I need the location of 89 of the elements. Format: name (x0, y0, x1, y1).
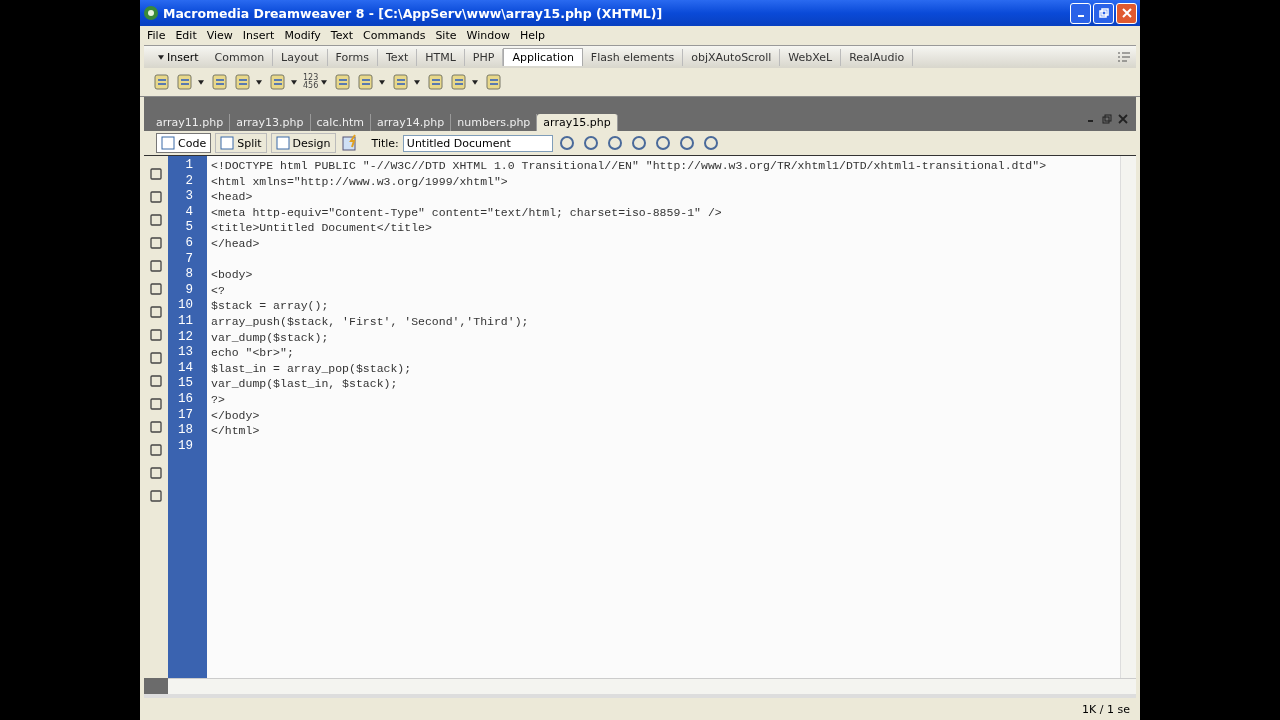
view-button[interactable]: Code (156, 133, 212, 153)
line-number: 19 (177, 438, 194, 455)
code-line: <title>Untitled Document</title> (211, 221, 432, 235)
code-line: <!DOCTYPE html PUBLIC "-//W3C//DTD XHTML 1.0 Transitional//EN" "http://www.w3.org/TR/xhtml1/DTD/xhtml1-transitional.dtd"> (211, 159, 1047, 172)
line-number: 16 (177, 391, 194, 408)
line-number: 18 (177, 423, 194, 439)
menu-item[interactable]: Help (514, 29, 550, 42)
view-mode-icon (275, 136, 290, 150)
app-logo-icon (143, 5, 159, 21)
dropdown-arrow-icon[interactable] (256, 79, 262, 85)
line-number: 6 (184, 235, 194, 252)
line-number: 14 (177, 360, 194, 377)
dropdown-arrow-icon[interactable] (198, 79, 204, 85)
title-label: Title: (371, 136, 399, 150)
insert-tab[interactable]: Common (206, 48, 274, 66)
line-number: 17 (177, 407, 194, 424)
insert-tab[interactable]: RealAudio (841, 48, 914, 66)
close-button[interactable] (1116, 2, 1137, 24)
line-number: 4 (184, 204, 194, 221)
dropdown-arrow-icon[interactable] (379, 79, 386, 85)
code-line: $stack = array(); (211, 299, 329, 313)
view-mode-icon (161, 136, 175, 150)
code-line: <head> (211, 190, 253, 204)
line-number: 5 (184, 220, 194, 236)
menu-item[interactable]: File (142, 29, 171, 42)
menu-item[interactable]: Modify (279, 29, 326, 42)
code-line: ?> (211, 392, 225, 406)
close-icon (1121, 8, 1132, 18)
insert-tab[interactable]: Flash elements (582, 48, 684, 66)
line-numbers-icon[interactable]: 123 456 (303, 74, 319, 90)
insert-tab[interactable]: HTML (417, 48, 465, 66)
code-line: echo "<br>"; (211, 346, 294, 360)
line-number: 10 (177, 298, 194, 314)
document-size: 1K / 1 se (1082, 702, 1130, 716)
code-line: array_push($stack, 'First', 'Second','Third'); (211, 314, 529, 328)
line-number: 9 (184, 282, 194, 299)
view-mode-icon (220, 136, 235, 150)
minimize-button[interactable] (1070, 2, 1091, 24)
document-tab[interactable]: array15.php (537, 114, 618, 131)
dropdown-arrow-icon[interactable] (414, 79, 421, 85)
dropdown-arrow-icon[interactable] (291, 79, 297, 85)
insert-tab[interactable]: Layout (273, 48, 328, 66)
title-field[interactable]: Untitled Document (402, 134, 553, 152)
line-number: 7 (184, 251, 194, 268)
insert-tab[interactable]: WebXeL (780, 48, 842, 66)
menu-item[interactable]: Window (461, 29, 515, 42)
collapse-triangle-icon[interactable] (158, 54, 164, 60)
line-number: 12 (177, 329, 194, 346)
horizontal-scrollbar[interactable] (168, 678, 1136, 694)
options-menu-icon[interactable] (1118, 52, 1130, 62)
code-line: <meta http-equiv="Content-Type" content="text/html; charset=iso-8859-1" /> (211, 205, 722, 219)
minimize-icon (1077, 15, 1084, 17)
menu-item[interactable]: Commands (358, 29, 431, 42)
line-number: 13 (177, 345, 194, 361)
close-icon[interactable] (1118, 114, 1128, 124)
code-line: $last_in = array_pop($stack); (211, 361, 412, 375)
code-line: </body> (211, 408, 260, 422)
window-title: Macromedia Dreamweaver 8 - [C:\AppServ\www\array15.php (XHTML)] (163, 5, 664, 21)
restore-icon[interactable] (1102, 114, 1112, 124)
insert-tab[interactable]: Application (503, 48, 583, 66)
line-number: 1 (184, 158, 194, 174)
code-line: var_dump($last_in, $stack); (211, 377, 398, 391)
insert-tab[interactable]: objXAutoScroll (683, 48, 781, 66)
code-line: var_dump($stack); (211, 330, 329, 344)
restore-button[interactable] (1093, 2, 1114, 24)
code-line: <html xmlns="http://www.w3.org/1999/xhtml"> (211, 174, 508, 188)
line-number: 8 (184, 267, 194, 283)
code-line: </html> (211, 424, 260, 438)
insert-tab[interactable]: Forms (327, 48, 378, 66)
line-number: 3 (184, 189, 194, 205)
code-line: <? (211, 283, 225, 297)
menu-item[interactable]: Insert (237, 29, 280, 42)
insert-tab[interactable]: Text (377, 48, 418, 66)
dropdown-arrow-icon[interactable] (472, 79, 479, 85)
line-number: 2 (184, 173, 194, 190)
vertical-scrollbar[interactable] (1120, 156, 1136, 678)
menu-item[interactable]: Text (325, 29, 359, 42)
dropdown-arrow-icon[interactable] (321, 79, 328, 85)
menu-item[interactable]: View (201, 29, 238, 42)
line-number: 11 (177, 313, 194, 330)
line-number: 15 (177, 376, 194, 392)
restore-icon (1098, 8, 1109, 18)
insert-bar-toggle[interactable]: Insert (167, 50, 207, 64)
code-line: </head> (211, 236, 260, 250)
menu-item[interactable]: Edit (170, 29, 202, 42)
menu-item[interactable]: Site (430, 29, 462, 42)
view-button[interactable]: Design (270, 133, 336, 153)
code-line: <body> (211, 268, 253, 282)
view-button[interactable]: Split (215, 133, 267, 153)
